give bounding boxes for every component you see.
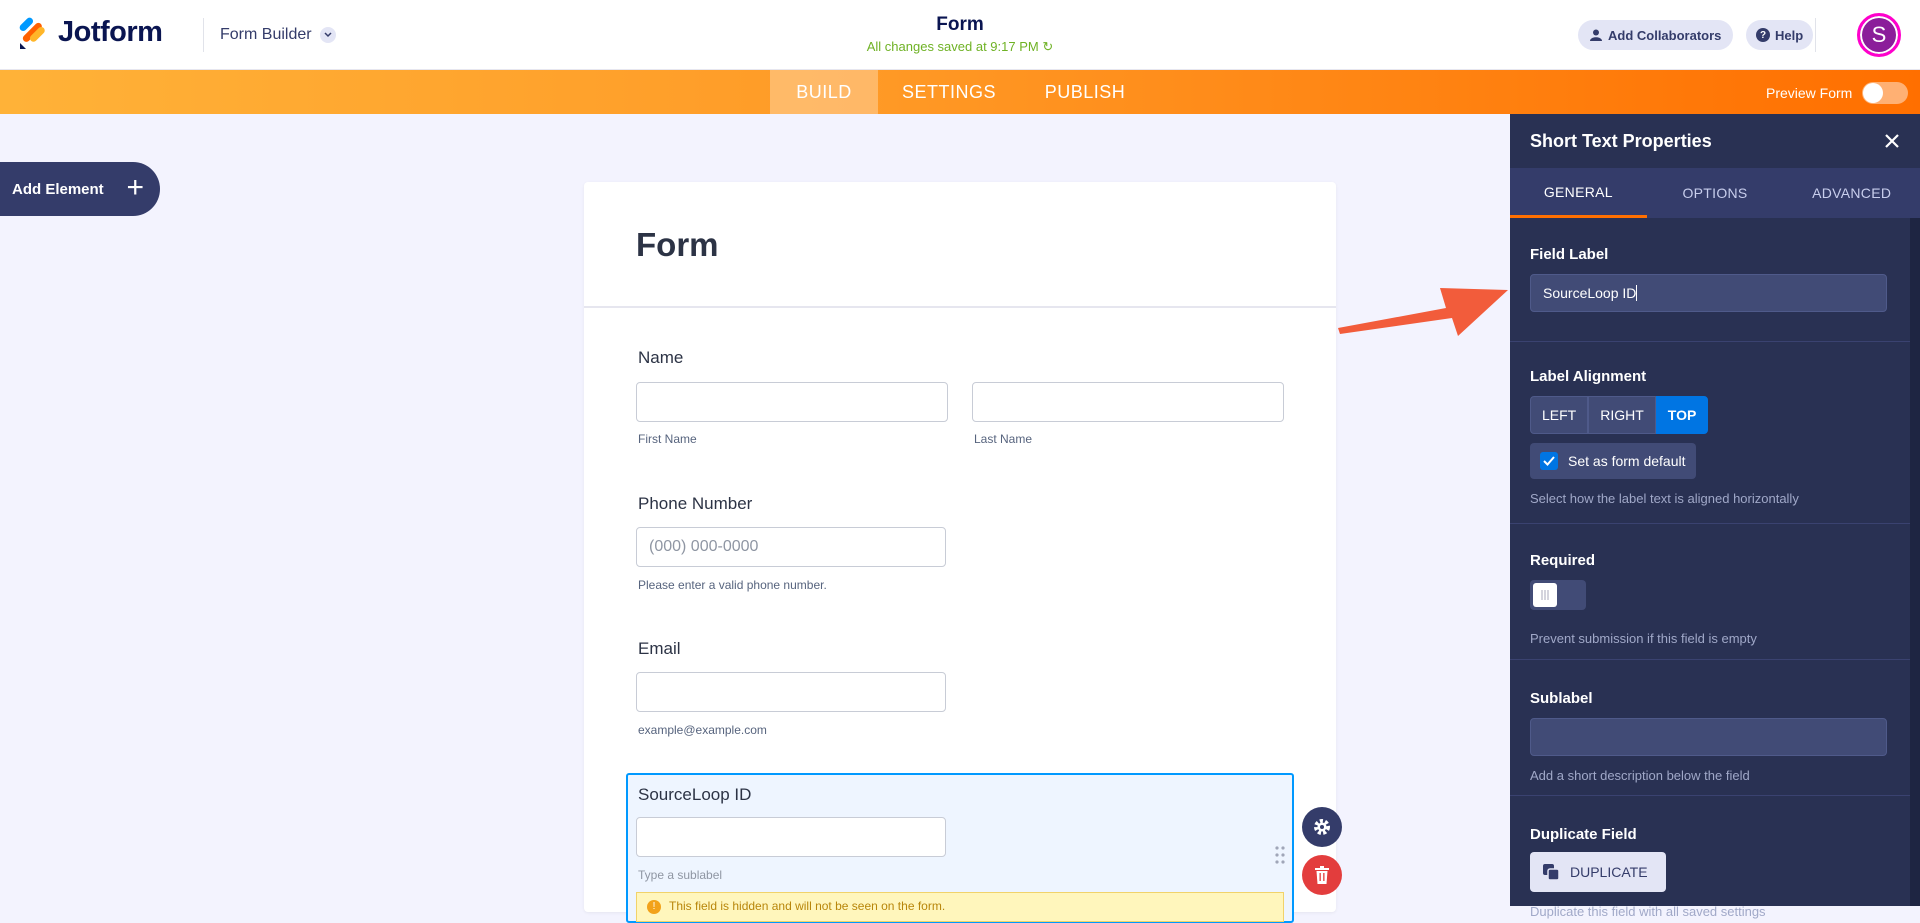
set-default-checkbox[interactable]: Set as form default <box>1530 443 1696 479</box>
duplicate-section: Duplicate Field DUPLICATE Duplicate this… <box>1510 796 1910 919</box>
form-header[interactable]: Form <box>584 182 1336 308</box>
preview-form: Preview Form <box>1766 82 1909 104</box>
form-builder-label: Form Builder <box>220 26 312 43</box>
jotform-logo-icon <box>19 17 45 49</box>
sourceloop-input[interactable] <box>636 817 946 857</box>
sublabel-placeholder[interactable]: Type a sublabel <box>638 868 722 882</box>
panel-header: Short Text Properties <box>1510 114 1920 168</box>
warning-icon: ! <box>647 900 661 914</box>
phone-input[interactable]: (000) 000-0000 <box>636 527 946 567</box>
properties-panel: Short Text Properties GENERAL OPTIONS AD… <box>1510 114 1920 919</box>
align-right-button[interactable]: RIGHT <box>1588 396 1656 434</box>
email-sublabel: example@example.com <box>638 723 767 737</box>
tab-advanced[interactable]: ADVANCED <box>1783 168 1920 218</box>
sublabel-title: Sublabel <box>1530 690 1593 707</box>
field-label-input[interactable]: SourceLoop ID <box>1530 274 1887 312</box>
align-left-button[interactable]: LEFT <box>1530 396 1589 434</box>
add-element-label: Add Element <box>12 180 104 198</box>
last-name-input[interactable] <box>972 382 1284 422</box>
required-toggle[interactable] <box>1530 580 1586 610</box>
form-title-block: Form All changes saved at 9:17 PM ↻ <box>760 14 1160 55</box>
header-divider <box>203 18 204 52</box>
required-section: Required Prevent submission if this fiel… <box>1510 524 1910 660</box>
add-element-button[interactable]: Add Element + <box>0 162 160 216</box>
field-label-title: Field Label <box>1530 246 1609 263</box>
sublabel-input[interactable] <box>1530 718 1887 756</box>
saved-status: All changes saved at 9:17 PM ↻ <box>760 39 1160 55</box>
plus-icon: + <box>126 171 144 204</box>
toggle-knob <box>1533 583 1557 607</box>
email-label[interactable]: Email <box>638 639 681 659</box>
checkmark-icon <box>1540 452 1558 470</box>
first-name-input[interactable] <box>636 382 948 422</box>
set-default-label: Set as form default <box>1568 453 1686 469</box>
preview-form-label: Preview Form <box>1766 85 1853 101</box>
builder-nav: BUILD SETTINGS PUBLISH Preview Form <box>0 70 1920 114</box>
close-icon[interactable] <box>1882 131 1902 151</box>
phone-sublabel: Please enter a valid phone number. <box>638 578 827 592</box>
name-label[interactable]: Name <box>638 348 683 368</box>
gear-icon <box>1314 819 1330 835</box>
tab-publish[interactable]: PUBLISH <box>1030 70 1140 114</box>
help-label: Help <box>1775 27 1804 43</box>
refresh-icon[interactable]: ↻ <box>1042 39 1053 54</box>
duplicate-description: Duplicate this field with all saved sett… <box>1530 904 1766 919</box>
jotform-logo[interactable]: Jotform <box>18 16 163 49</box>
preview-toggle[interactable] <box>1862 82 1909 104</box>
duplicate-label: DUPLICATE <box>1570 864 1648 880</box>
sourceloop-label[interactable]: SourceLoop ID <box>638 785 751 805</box>
trash-icon <box>1315 866 1329 884</box>
tab-settings[interactable]: SETTINGS <box>888 70 1010 114</box>
top-header: Jotform Form Builder Form All changes sa… <box>0 0 1920 70</box>
first-name-sublabel: First Name <box>638 432 697 446</box>
toggle-knob <box>1863 83 1884 103</box>
drag-handle-icon[interactable] <box>1275 846 1285 864</box>
email-input[interactable] <box>636 672 946 712</box>
user-avatar[interactable]: S <box>1857 13 1901 57</box>
help-button[interactable]: ? Help <box>1746 20 1814 50</box>
field-label-value: SourceLoop ID <box>1543 285 1637 301</box>
warning-text: This field is hidden and will not be see… <box>669 899 946 913</box>
required-title: Required <box>1530 552 1596 569</box>
copy-icon <box>1543 864 1560 881</box>
duplicate-title: Duplicate Field <box>1530 826 1637 843</box>
panel-tabs: GENERAL OPTIONS ADVANCED <box>1510 168 1920 218</box>
question-icon: ? <box>1756 28 1770 42</box>
brand-name: Jotform <box>58 16 163 48</box>
arrow-annotation-icon <box>1338 288 1508 336</box>
delete-field-button[interactable] <box>1302 855 1342 895</box>
tab-options[interactable]: OPTIONS <box>1647 168 1784 218</box>
phone-label[interactable]: Phone Number <box>638 494 752 514</box>
form-builder-menu[interactable]: Form Builder <box>220 26 336 44</box>
saved-status-text: All changes saved at 9:17 PM <box>866 39 1039 54</box>
tab-build[interactable]: BUILD <box>770 70 878 114</box>
align-top-button[interactable]: TOP <box>1655 396 1709 434</box>
sublabel-description: Add a short description below the field <box>1530 768 1750 783</box>
form-title[interactable]: Form <box>760 14 1160 36</box>
last-name-sublabel: Last Name <box>974 432 1033 446</box>
hidden-field-warning: ! This field is hidden and will not be s… <box>636 892 1284 922</box>
panel-title: Short Text Properties <box>1530 130 1712 151</box>
tab-general[interactable]: GENERAL <box>1510 168 1647 218</box>
field-label-section: Field Label SourceLoop ID <box>1510 218 1910 342</box>
panel-scrollbar[interactable] <box>1910 218 1920 906</box>
label-alignment-section: Label Alignment LEFT RIGHT TOP Set as fo… <box>1510 342 1910 524</box>
duplicate-button[interactable]: DUPLICATE <box>1530 852 1666 892</box>
add-collaborators-button[interactable]: Add Collaborators <box>1578 20 1734 50</box>
field-settings-button[interactable] <box>1302 807 1342 847</box>
alignment-segmented-control: LEFT RIGHT TOP <box>1530 396 1709 434</box>
label-alignment-title: Label Alignment <box>1530 368 1647 385</box>
chevron-down-icon <box>319 27 336 43</box>
sublabel-section: Sublabel Add a short description below t… <box>1510 660 1910 796</box>
form-heading[interactable]: Form <box>636 226 719 264</box>
alignment-description: Select how the label text is aligned hor… <box>1530 491 1799 506</box>
add-collaborators-label: Add Collaborators <box>1608 27 1722 43</box>
user-icon <box>1590 29 1602 41</box>
required-description: Prevent submission if this field is empt… <box>1530 631 1757 646</box>
header-divider-right <box>1815 18 1816 52</box>
